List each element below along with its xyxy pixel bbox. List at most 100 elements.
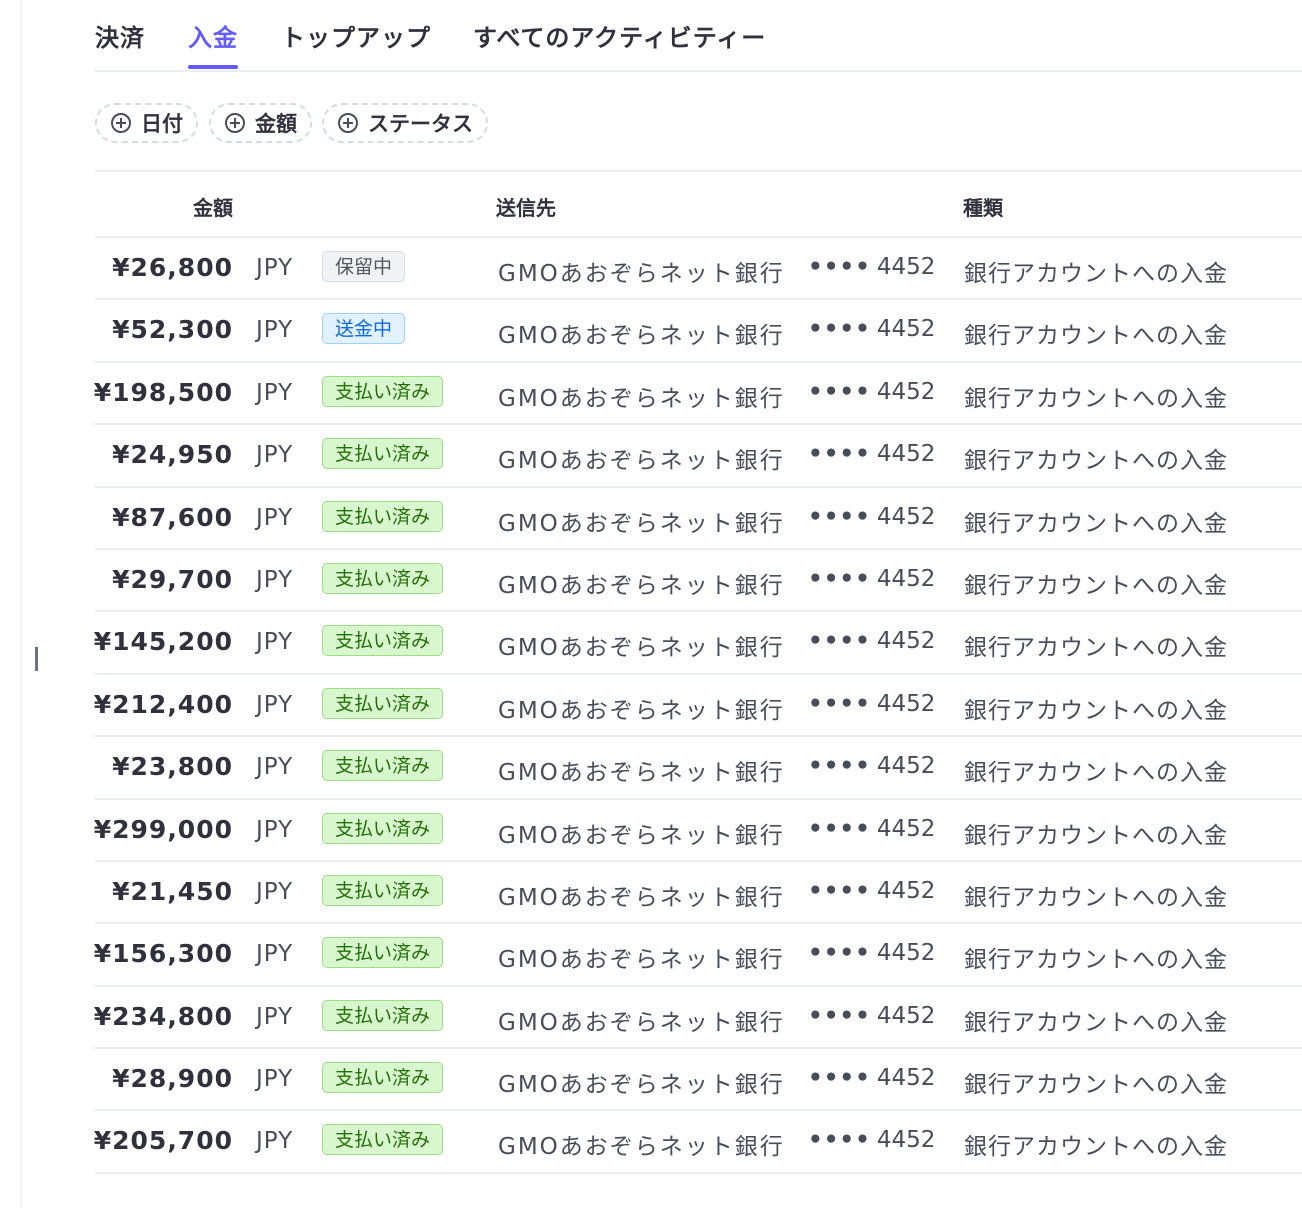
header-destination: 送信先 (496, 196, 556, 220)
filter-date-button[interactable]: 日付 (95, 103, 198, 143)
destination-bank: GMOあおぞらネット銀行 (498, 697, 785, 724)
payout-currency: JPY (256, 442, 294, 469)
payout-type: 銀行アカウントへの入金 (964, 385, 1228, 412)
payout-type: 銀行アカウントへの入金 (964, 323, 1228, 350)
filter-status-button[interactable]: ステータス (322, 103, 488, 143)
masked-digits: •••• (808, 503, 871, 530)
header-type: 種類 (963, 196, 1003, 220)
status-badge: 支払い済み (322, 874, 444, 906)
payout-amount: ¥29,700 (112, 564, 233, 594)
payouts-table: 金額 送信先 種類 ¥26,800 JPY 保留中 GMOあおぞらネット銀行 •••• 4… (93, 170, 1302, 1174)
masked-digits: •••• (808, 940, 871, 967)
status-badge: 支払い済み (322, 1124, 444, 1156)
tab-all-activity[interactable]: すべてのアクティビティー (473, 18, 766, 53)
payout-amount: ¥28,900 (112, 1064, 233, 1094)
payout-currency: JPY (256, 629, 294, 656)
masked-digits: •••• (808, 753, 871, 780)
destination-bank: GMOあおぞらネット銀行 (498, 385, 785, 412)
payout-amount: ¥23,800 (112, 752, 233, 782)
payout-type: 銀行アカウントへの入金 (964, 635, 1228, 662)
destination-bank: GMOあおぞらネット銀行 (498, 1072, 785, 1099)
payout-amount: ¥52,300 (112, 315, 233, 345)
masked-digits: •••• (808, 690, 871, 717)
masked-digits: •••• (808, 254, 871, 280)
payout-amount: ¥87,600 (112, 502, 233, 532)
plus-circle-icon (111, 113, 131, 133)
account-mask: •••• 4452 (808, 379, 935, 405)
payout-type: 銀行アカウントへの入金 (964, 697, 1228, 724)
table-row[interactable]: ¥28,900 JPY 支払い済み GMOあおぞらネット銀行 •••• 4452 銀行アカウ… (95, 1049, 1302, 1112)
destination-bank: GMOあおぞらネット銀行 (498, 510, 785, 537)
payout-currency: JPY (256, 1003, 294, 1030)
account-mask: •••• 4452 (808, 316, 935, 342)
destination-bank: GMOあおぞらネット銀行 (498, 323, 785, 350)
left-divider (20, 0, 22, 1208)
account-last4: 4452 (876, 254, 936, 280)
table-row[interactable]: ¥156,300 JPY 支払い済み GMOあおぞらネット銀行 •••• 4452 銀行アカ… (93, 924, 1302, 987)
masked-digits: •••• (808, 877, 871, 904)
account-mask: •••• 4452 (808, 1065, 935, 1091)
account-mask: •••• 4452 (808, 566, 935, 592)
table-row[interactable]: ¥212,400 JPY 支払い済み GMOあおぞらネット銀行 •••• 4452 銀行アカ… (93, 675, 1302, 738)
table-row[interactable]: ¥198,500 JPY 支払い済み GMOあおぞらネット銀行 •••• 4452 銀行アカ… (93, 363, 1302, 426)
account-mask: •••• 4452 (808, 1003, 935, 1029)
account-mask: •••• 4452 (808, 753, 935, 779)
table-row[interactable]: ¥24,950 JPY 支払い済み GMOあおぞらネット銀行 •••• 4452 銀行アカウ… (95, 425, 1302, 488)
payout-currency: JPY (256, 379, 294, 406)
account-last4: 4452 (876, 1127, 936, 1154)
payout-amount: ¥212,400 (93, 689, 233, 719)
table-row[interactable]: ¥234,800 JPY 支払い済み GMOあおぞらネット銀行 •••• 4452 銀行アカ… (94, 987, 1302, 1050)
payout-currency: JPY (256, 1128, 294, 1155)
status-badge: 支払い済み (322, 500, 444, 532)
masked-digits: •••• (808, 378, 871, 405)
payout-amount: ¥198,500 (93, 377, 233, 407)
masked-digits: •••• (808, 1127, 871, 1154)
payout-currency: JPY (256, 504, 294, 531)
active-tab-indicator (188, 65, 238, 69)
tab-bar: 決済 入金 トップアップ すべてのアクティビティー (95, 0, 1302, 72)
table-row[interactable]: ¥23,800 JPY 支払い済み GMOあおぞらネット銀行 •••• 4452 銀行アカウ… (95, 737, 1302, 800)
payout-type: 銀行アカウントへの入金 (964, 1072, 1228, 1099)
payout-type: 銀行アカウントへの入金 (964, 947, 1228, 974)
payout-currency: JPY (256, 816, 294, 843)
plus-circle-icon (225, 113, 245, 133)
filter-amount-label: 金額 (255, 112, 297, 136)
table-row[interactable]: ¥87,600 JPY 支払い済み GMOあおぞらネット銀行 •••• 4452 銀行アカウ… (95, 488, 1302, 550)
table-body: ¥26,800 JPY 保留中 GMOあおぞらネット銀行 •••• 4452 銀行アカウント… (93, 238, 1302, 1174)
table-row[interactable]: ¥205,700 JPY 支払い済み GMOあおぞらネット銀行 •••• 4452 銀行アカ… (94, 1111, 1302, 1174)
account-last4: 4452 (876, 815, 936, 842)
table-row[interactable]: ¥26,800 JPY 保留中 GMOあおぞらネット銀行 •••• 4452 銀行アカウント… (95, 238, 1302, 301)
payout-currency: JPY (256, 754, 294, 781)
table-row[interactable]: ¥299,000 JPY 支払い済み GMOあおぞらネット銀行 •••• 4452 銀行アカ… (93, 800, 1302, 862)
tab-payments[interactable]: 決済 (95, 18, 145, 53)
tab-topups[interactable]: トップアップ (281, 18, 431, 53)
account-mask: •••• 4452 (808, 878, 935, 904)
account-last4: 4452 (876, 690, 936, 717)
payout-amount: ¥299,000 (93, 814, 233, 844)
payout-type: 銀行アカウントへの入金 (964, 572, 1228, 599)
status-badge: 支払い済み (322, 687, 444, 719)
masked-digits: •••• (808, 1065, 871, 1092)
table-row[interactable]: ¥145,200 JPY 支払い済み GMOあおぞらネット銀行 •••• 4452 銀行アカ… (94, 612, 1302, 675)
table-row[interactable]: ¥52,300 JPY 送金中 GMOあおぞらネット銀行 •••• 4452 銀行アカウント… (95, 300, 1302, 363)
account-last4: 4452 (876, 1002, 936, 1029)
status-badge: 支払い済み (322, 937, 444, 969)
account-mask: •••• 4452 (808, 441, 935, 467)
account-mask: •••• 4452 (808, 1127, 935, 1153)
destination-bank: GMOあおぞらネット銀行 (498, 822, 785, 849)
masked-digits: •••• (808, 316, 871, 343)
table-row[interactable]: ¥29,700 JPY 支払い済み GMOあおぞらネット銀行 •••• 4452 銀行アカウ… (95, 550, 1302, 613)
account-mask: •••• 4452 (808, 628, 935, 654)
plus-circle-icon (338, 113, 358, 133)
destination-bank: GMOあおぞらネット銀行 (498, 448, 785, 475)
masked-digits: •••• (808, 815, 871, 842)
filter-amount-button[interactable]: 金額 (209, 103, 312, 143)
tab-payouts[interactable]: 入金 (188, 18, 238, 53)
destination-bank: GMOあおぞらネット銀行 (498, 760, 785, 787)
table-row[interactable]: ¥21,450 JPY 支払い済み GMOあおぞらネット銀行 •••• 4452 銀行アカウ… (95, 862, 1302, 925)
payout-amount: ¥21,450 (112, 876, 233, 906)
account-mask: •••• 4452 (808, 691, 935, 717)
destination-bank: GMOあおぞらネット銀行 (498, 1009, 785, 1036)
payout-currency: JPY (256, 941, 294, 968)
payout-amount: ¥156,300 (93, 939, 233, 969)
